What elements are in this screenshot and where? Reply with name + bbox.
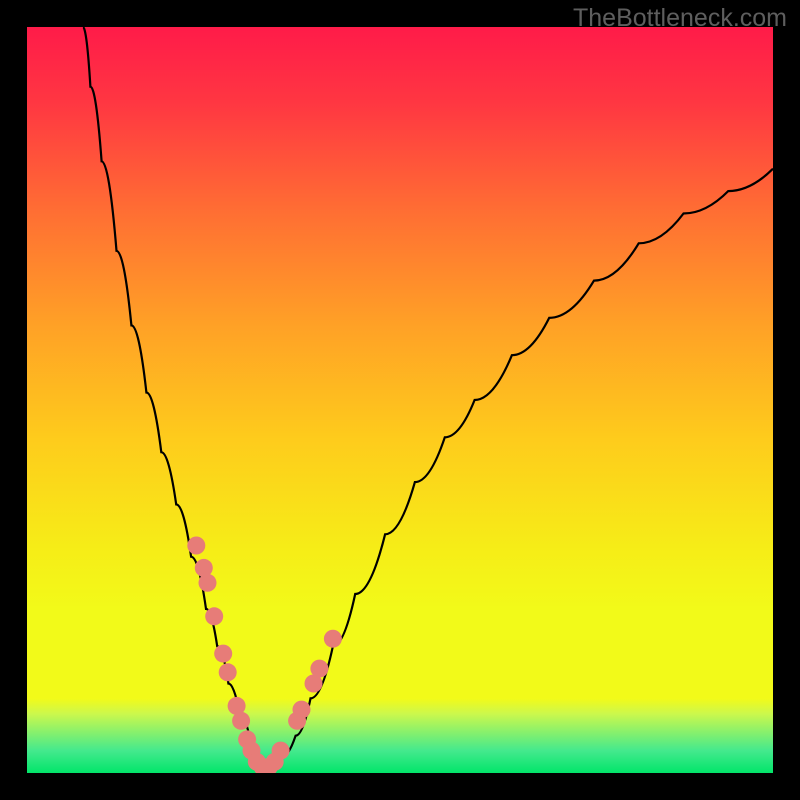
plot-area (27, 27, 773, 773)
marker-point (272, 742, 290, 760)
marker-point (219, 663, 237, 681)
curve-layer (27, 27, 773, 773)
marker-point (232, 712, 250, 730)
chart-frame: TheBottleneck.com (0, 0, 800, 800)
marker-point (324, 630, 342, 648)
marker-point (187, 537, 205, 555)
marker-point (293, 701, 311, 719)
marker-point (310, 660, 328, 678)
watermark-text: TheBottleneck.com (573, 4, 787, 33)
marker-points (187, 537, 342, 774)
marker-point (205, 607, 223, 625)
marker-point (214, 645, 232, 663)
marker-point (199, 574, 217, 592)
bottleneck-curve (83, 27, 773, 766)
